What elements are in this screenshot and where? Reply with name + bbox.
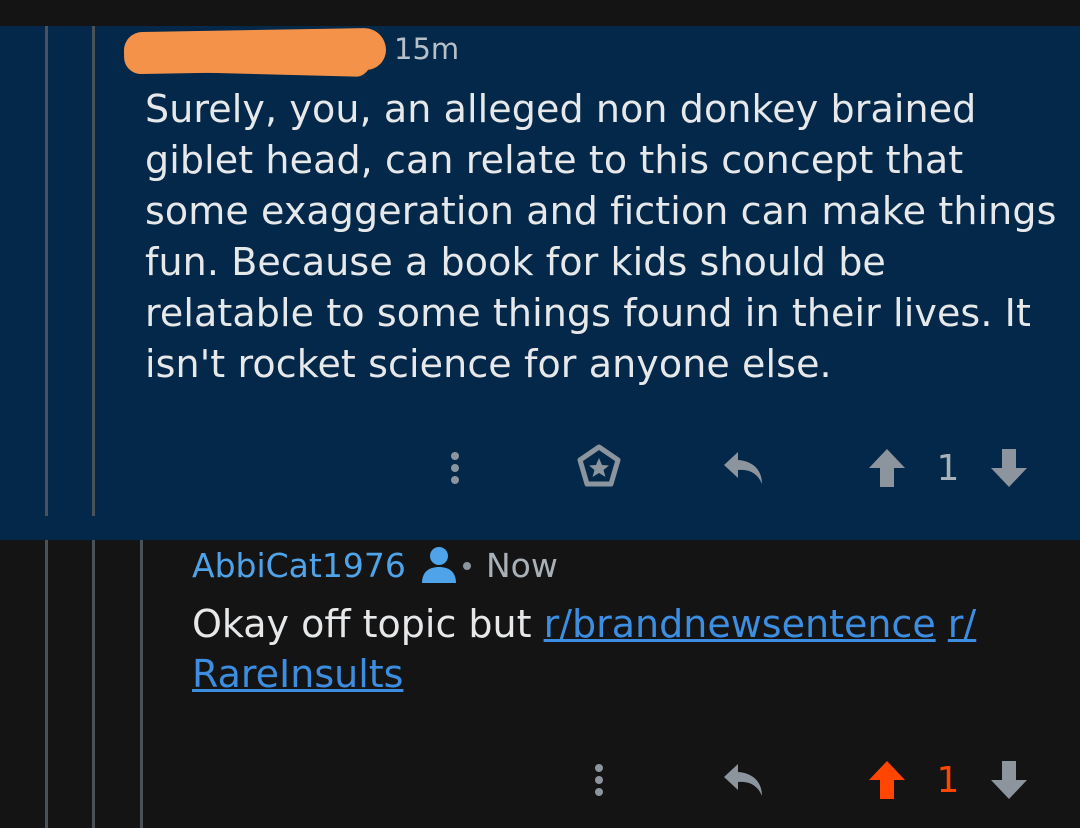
vote-count: 1 [936, 759, 960, 801]
more-options-icon[interactable] [440, 438, 470, 498]
vote-count: 1 [936, 447, 960, 489]
separator-dot [463, 562, 471, 570]
more-options-icon[interactable] [584, 750, 614, 810]
downvote-icon[interactable] [986, 750, 1032, 810]
comment-body: Surely, you, an alleged non donkey brain… [145, 87, 1057, 386]
reply-actions: 1 [0, 750, 1080, 810]
upvote-icon[interactable] [864, 438, 910, 498]
comment-actions: 1 [0, 438, 1080, 498]
user-icon [422, 547, 456, 583]
redacted-username-mark [139, 42, 371, 78]
reply-icon[interactable] [718, 750, 768, 810]
upvote-icon[interactable] [864, 750, 910, 810]
reply-body: Okay off topic but r/brandnewsentence r/… [192, 599, 1052, 699]
award-icon[interactable] [572, 438, 626, 498]
downvote-icon[interactable] [986, 438, 1032, 498]
reply-timestamp: Now [486, 546, 558, 585]
reply-username[interactable]: AbbiCat1976 [192, 546, 406, 585]
reply-icon[interactable] [718, 438, 768, 498]
reply-text: Okay off topic but [192, 602, 544, 646]
comment-timestamp: 15m [394, 32, 460, 66]
subreddit-link-brandnewsentence[interactable]: r/brandnewsentence [544, 602, 936, 646]
top-bar [0, 0, 1080, 26]
